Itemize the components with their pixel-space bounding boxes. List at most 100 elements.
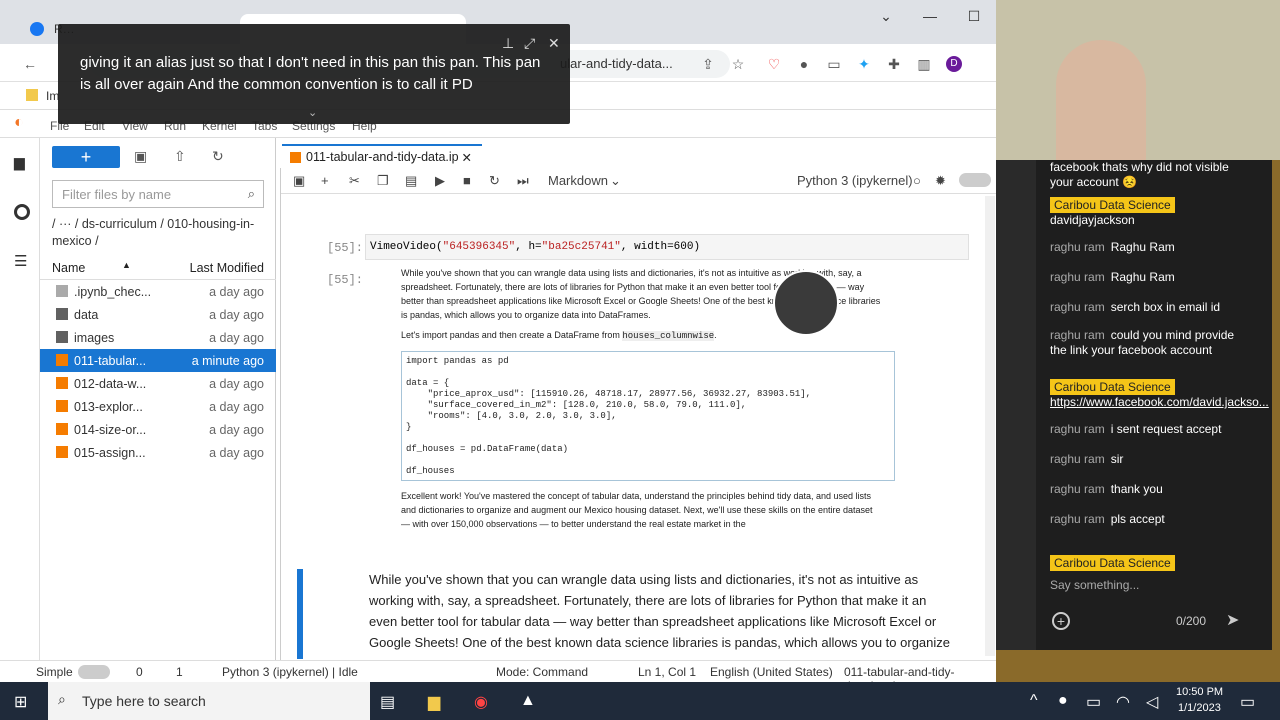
restore-icon[interactable]: —	[908, 8, 952, 24]
chat-text: facebook thats why did not visible your …	[1050, 160, 1229, 189]
chat-message: Caribou Data Science davidjayjackson	[1050, 197, 1250, 228]
windows-start-icon[interactable]: ⊞	[14, 692, 27, 712]
close-icon[interactable]: ✕	[548, 32, 560, 54]
run-icon[interactable]: ▶	[435, 173, 445, 189]
video-output[interactable]: While you've shown that you can wrangle …	[401, 266, 895, 546]
mode-indicator: Mode: Command	[496, 665, 589, 679]
refresh-icon[interactable]: ↻	[212, 148, 224, 165]
back-icon[interactable]: ←	[22, 56, 38, 72]
chat-input[interactable]: Say something...	[1050, 578, 1139, 592]
kernel-name[interactable]: Python 3 (ipykernel)	[797, 173, 913, 188]
language-indicator[interactable]: English (United States)	[710, 665, 833, 679]
name-column-header[interactable]: Name	[52, 261, 85, 275]
share-icon[interactable]: ⇪	[700, 56, 716, 72]
breadcrumb[interactable]: / ··· / ds-curriculum / 010-housing-in-m…	[52, 216, 266, 250]
clock-date[interactable]: 1/1/2023	[1178, 702, 1221, 714]
folder-icon	[56, 331, 68, 343]
file-name: 012-data-w...	[74, 377, 147, 391]
restart-icon[interactable]: ↻	[489, 173, 500, 189]
chat-input-author: Caribou Data Science	[1050, 554, 1175, 572]
extension-icon[interactable]: ●	[796, 56, 812, 72]
debugger-toggle[interactable]	[959, 173, 991, 187]
inline-code: houses_columnwise	[622, 331, 715, 341]
file-row[interactable]: 015-assign... a day ago	[40, 441, 276, 464]
chat-author[interactable]: raghu ram	[1050, 328, 1105, 342]
paste-icon[interactable]: ▤	[405, 173, 417, 189]
chat-author[interactable]: Caribou Data Science	[1050, 197, 1175, 213]
file-row[interactable]: 014-size-or... a day ago	[40, 418, 276, 441]
copy-icon[interactable]: ❐	[377, 173, 389, 189]
output-paragraph: Excellent work! You've mastered the conc…	[401, 491, 873, 529]
chat-author[interactable]: raghu ram	[1050, 270, 1105, 284]
file-name: data	[74, 308, 99, 322]
chat-text[interactable]: https://www.facebook.com/david.jackso...	[1050, 395, 1269, 409]
expand-icon[interactable]: ⤢	[524, 32, 535, 54]
code-cell-1[interactable]: VimeoVideo("645396345", h="ba25c25741", …	[365, 234, 969, 260]
presenter-avatar	[773, 270, 839, 336]
add-emoji-icon[interactable]: +	[1052, 612, 1070, 630]
kernel-status[interactable]: Python 3 (ipykernel) | Idle	[222, 665, 358, 679]
screen-icon[interactable]: ▭	[826, 56, 842, 72]
toc-icon[interactable]: ☰	[14, 252, 27, 270]
pin-icon[interactable]: ⊥	[502, 32, 514, 54]
jupyter-logo-icon: ◐	[14, 114, 24, 131]
volume-icon[interactable]: ◁	[1146, 692, 1158, 712]
sidepanel-icon[interactable]: ▥	[916, 56, 932, 72]
chat-author[interactable]: raghu ram	[1050, 482, 1105, 496]
file-row[interactable]: 012-data-w... a day ago	[40, 372, 276, 395]
cut-icon[interactable]: ✂	[349, 173, 360, 189]
kernel-count: 1	[176, 665, 183, 679]
file-row[interactable]: .ipynb_chec... a day ago	[40, 280, 276, 303]
markdown-cell[interactable]: While you've shown that you can wrangle …	[369, 569, 957, 653]
chat-author[interactable]: raghu ram	[1050, 300, 1105, 314]
file-row[interactable]: images a day ago	[40, 326, 276, 349]
pocket-icon[interactable]: ♡	[766, 56, 782, 72]
wifi-icon[interactable]: ◠	[1116, 692, 1130, 712]
twitter-icon[interactable]: ✦	[856, 56, 872, 72]
running-icon[interactable]	[14, 204, 30, 220]
filter-input[interactable]: Filter files by name ⌕	[52, 180, 264, 208]
profile-avatar[interactable]: D	[946, 56, 962, 72]
chat-author[interactable]: Caribou Data Science	[1050, 379, 1175, 395]
scrollbar[interactable]	[985, 196, 995, 656]
save-icon[interactable]: ▣	[293, 173, 305, 189]
modified-column-header[interactable]: Last Modified	[190, 261, 264, 275]
file-row[interactable]: data a day ago	[40, 303, 276, 326]
upload-icon[interactable]: ⇧	[174, 148, 186, 165]
taskbar-search[interactable]: ⌕ Type here to search	[48, 682, 370, 720]
bookmark-star-icon[interactable]: ☆	[730, 56, 746, 72]
task-view-icon[interactable]: ▤	[380, 692, 395, 712]
stop-icon[interactable]: ■	[463, 173, 471, 188]
file-row[interactable]: 013-explor... a day ago	[40, 395, 276, 418]
maximize-icon[interactable]: ☐	[952, 8, 996, 25]
fast-forward-icon[interactable]: ⏭	[517, 173, 529, 189]
add-cell-icon[interactable]: +	[321, 173, 329, 188]
notification-icon[interactable]: ▭	[1240, 692, 1255, 712]
terminal-count: 0	[136, 665, 143, 679]
file-row[interactable]: 011-tabular... a minute ago	[40, 349, 276, 372]
minimize-icon[interactable]: ⌄	[864, 8, 908, 25]
puzzle-icon[interactable]: ✚	[886, 56, 902, 72]
battery-icon[interactable]: ▭	[1086, 692, 1101, 712]
app-icon[interactable]: ▲	[520, 692, 536, 710]
tray-chevron-icon[interactable]: ^	[1030, 692, 1038, 710]
new-launcher-button[interactable]: +	[52, 146, 120, 168]
notebook-tab[interactable]: 011-tabular-and-tidy-data.ip ✕	[282, 144, 482, 168]
send-icon[interactable]: ➤	[1226, 610, 1239, 630]
cell-type-select[interactable]: Markdown	[548, 173, 608, 188]
chrome-icon[interactable]: ◉	[474, 692, 488, 712]
close-tab-icon[interactable]: ✕	[462, 150, 472, 165]
chat-author[interactable]: raghu ram	[1050, 422, 1105, 436]
folder-icon[interactable]: ▆	[14, 154, 25, 171]
chat-author[interactable]: raghu ram	[1050, 240, 1105, 254]
new-folder-icon[interactable]: ▣	[134, 148, 147, 165]
debug-icon[interactable]: ✹	[935, 173, 946, 189]
chat-author[interactable]: raghu ram	[1050, 452, 1105, 466]
simple-mode-toggle[interactable]	[78, 665, 110, 679]
file-explorer-icon[interactable]: ▆	[428, 692, 440, 712]
cursor-position[interactable]: Ln 1, Col 1	[638, 665, 696, 679]
clock-time[interactable]: 10:50 PM	[1176, 686, 1223, 698]
chat-author[interactable]: raghu ram	[1050, 512, 1105, 526]
chevron-down-icon[interactable]: ⌄	[308, 102, 317, 124]
mic-icon[interactable]: ●	[1058, 692, 1068, 710]
